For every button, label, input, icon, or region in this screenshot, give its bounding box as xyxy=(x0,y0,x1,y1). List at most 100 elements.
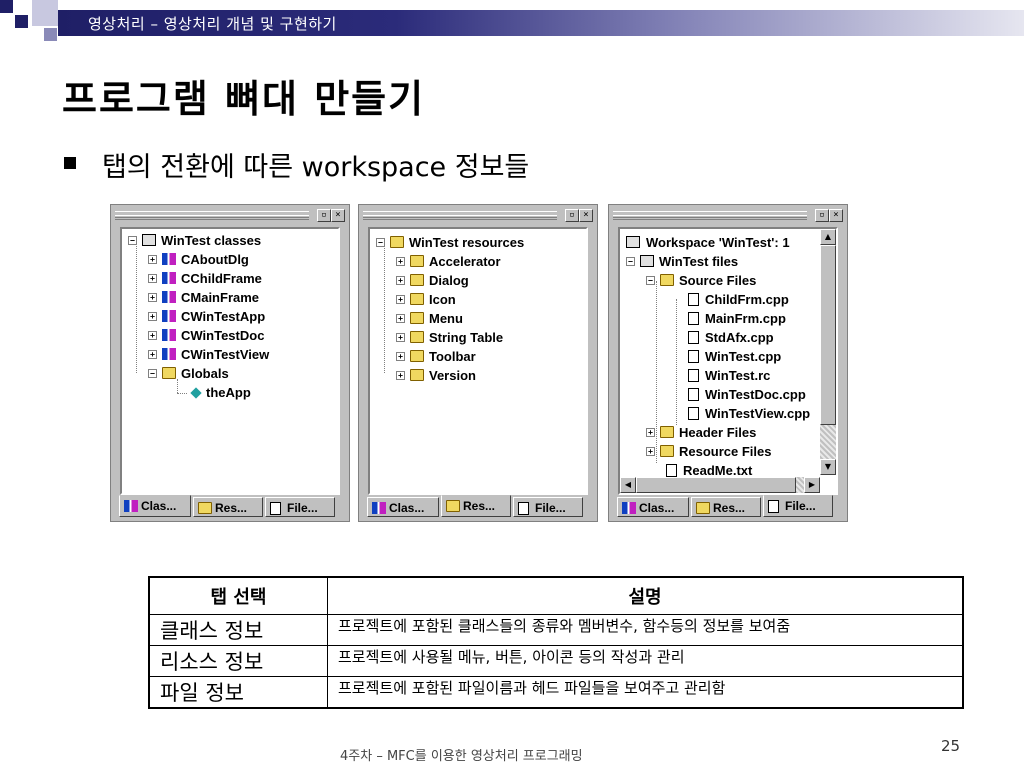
file-icon xyxy=(688,312,699,325)
expand-icon[interactable]: + xyxy=(396,371,405,380)
expand-icon[interactable]: + xyxy=(396,333,405,342)
restore-button[interactable]: ▫ xyxy=(815,209,829,222)
workspace-icon xyxy=(626,236,640,248)
tree-label: Source Files xyxy=(679,273,757,288)
folder-icon xyxy=(410,369,424,381)
panel-gripper xyxy=(115,215,309,220)
tab-classview[interactable]: Clas... xyxy=(367,497,439,517)
description-cell: 프로젝트에 사용될 메뉴, 버튼, 아이콘 등의 작성과 관리 xyxy=(327,645,964,677)
tab-name-cell: 리소스 정보 xyxy=(148,645,328,677)
restore-button[interactable]: ▫ xyxy=(317,209,331,222)
fileview-icon xyxy=(270,502,281,515)
expand-icon[interactable]: + xyxy=(148,312,157,321)
tab-classview[interactable]: Clas... xyxy=(119,495,191,517)
tree-line xyxy=(676,299,677,425)
scroll-thumb-horizontal[interactable] xyxy=(636,477,796,493)
panel-gripper xyxy=(363,215,557,220)
close-button[interactable]: × xyxy=(579,209,593,222)
tree-label: WinTestDoc.cpp xyxy=(705,387,806,402)
tab-label: Clas... xyxy=(141,499,177,513)
expand-icon[interactable]: + xyxy=(396,314,405,323)
expand-icon[interactable]: + xyxy=(646,447,655,456)
tab-label: Res... xyxy=(463,499,496,513)
class-tree[interactable]: − WinTest classes + CAboutDlg + CChildFram… xyxy=(120,227,340,495)
classview-icon xyxy=(124,500,138,512)
scroll-right-button[interactable]: ▶ xyxy=(804,477,820,493)
folder-open-icon xyxy=(660,274,674,286)
file-icon xyxy=(688,331,699,344)
workspace-panel-resources: ▫ × − WinTest resources + Accelerator + Di… xyxy=(358,204,598,522)
scroll-up-button[interactable]: ▲ xyxy=(820,229,836,245)
expand-icon[interactable]: + xyxy=(396,276,405,285)
tree-label: CMainFrame xyxy=(181,290,260,305)
collapse-icon[interactable]: − xyxy=(376,238,385,247)
deco-square xyxy=(15,15,28,28)
description-cell: 프로젝트에 포함된 클래스들의 종류와 멤버변수, 함수등의 정보를 보여줌 xyxy=(327,614,964,646)
file-tree[interactable]: Workspace 'WinTest': 1 − WinTest files − S… xyxy=(618,227,838,495)
resourceview-icon xyxy=(446,500,460,512)
collapse-icon[interactable]: − xyxy=(128,236,137,245)
classview-icon xyxy=(372,502,386,514)
folder-open-icon xyxy=(390,236,404,248)
scroll-thumb[interactable] xyxy=(820,245,836,425)
folder-icon xyxy=(410,331,424,343)
folder-icon xyxy=(410,293,424,305)
expand-icon[interactable]: + xyxy=(148,350,157,359)
expand-icon[interactable]: + xyxy=(148,331,157,340)
file-icon xyxy=(688,407,699,420)
tab-fileview[interactable]: File... xyxy=(265,497,335,517)
column-header: 탭 선택 xyxy=(148,576,328,615)
collapse-icon[interactable]: − xyxy=(626,257,635,266)
class-icon xyxy=(162,291,176,303)
deco-square xyxy=(32,0,58,26)
tab-classview[interactable]: Clas... xyxy=(617,497,689,517)
expand-icon[interactable]: + xyxy=(646,428,655,437)
table-row: 파일 정보 프로젝트에 포함된 파일이름과 헤드 파일들을 보여주고 관리함 xyxy=(148,676,964,709)
tab-resourceview[interactable]: Res... xyxy=(193,497,263,517)
global-variable-icon xyxy=(190,387,202,399)
class-icon xyxy=(162,272,176,284)
scroll-left-button[interactable]: ◀ xyxy=(620,477,636,493)
tab-fileview[interactable]: File... xyxy=(763,495,833,517)
tree-label: MainFrm.cpp xyxy=(705,311,786,326)
expand-icon[interactable]: + xyxy=(396,295,405,304)
tab-label: Clas... xyxy=(389,501,425,515)
vertical-scrollbar[interactable]: ▲ ▼ xyxy=(820,229,836,475)
restore-button[interactable]: ▫ xyxy=(565,209,579,222)
collapse-icon[interactable]: − xyxy=(148,369,157,378)
tree-label: String Table xyxy=(429,330,504,345)
fileview-icon xyxy=(518,502,529,515)
bullet-text: 탭의 전환에 따른 workspace 정보들 xyxy=(102,152,530,183)
tab-fileview[interactable]: File... xyxy=(513,497,583,517)
file-icon xyxy=(688,369,699,382)
resourceview-icon xyxy=(198,502,212,514)
collapse-icon[interactable]: − xyxy=(646,276,655,285)
workspace-panel-classes: ▫ × − WinTest classes + CAboutDlg + CChild… xyxy=(110,204,350,522)
expand-icon[interactable]: + xyxy=(396,257,405,266)
tree-label: Icon xyxy=(429,292,456,307)
scroll-down-button[interactable]: ▼ xyxy=(820,459,836,475)
folder-icon xyxy=(660,426,674,438)
tree-label: Resource Files xyxy=(679,444,772,459)
close-button[interactable]: × xyxy=(829,209,843,222)
table-row: 리소스 정보 프로젝트에 사용될 메뉴, 버튼, 아이콘 등의 작성과 관리 xyxy=(148,645,964,677)
folder-icon xyxy=(410,274,424,286)
expand-icon[interactable]: + xyxy=(396,352,405,361)
tab-name-cell: 클래스 정보 xyxy=(148,614,328,646)
expand-icon[interactable]: + xyxy=(148,274,157,283)
expand-icon[interactable]: + xyxy=(148,255,157,264)
tab-label: Clas... xyxy=(639,501,675,515)
resource-tree[interactable]: − WinTest resources + Accelerator + Dialog… xyxy=(368,227,588,495)
file-icon xyxy=(688,350,699,363)
file-icon xyxy=(666,464,677,477)
file-icon xyxy=(688,293,699,306)
expand-icon[interactable]: + xyxy=(148,293,157,302)
tab-label: File... xyxy=(785,499,816,513)
tree-label: WinTest.rc xyxy=(705,368,771,383)
tab-resourceview[interactable]: Res... xyxy=(441,495,511,517)
panel-gripper xyxy=(613,215,807,220)
workspace-panel-files: ▫ × Workspace 'WinTest': 1 − WinTest file… xyxy=(608,204,848,522)
tab-resourceview[interactable]: Res... xyxy=(691,497,761,517)
close-button[interactable]: × xyxy=(331,209,345,222)
horizontal-scrollbar[interactable]: ◀ ▶ xyxy=(620,477,820,493)
